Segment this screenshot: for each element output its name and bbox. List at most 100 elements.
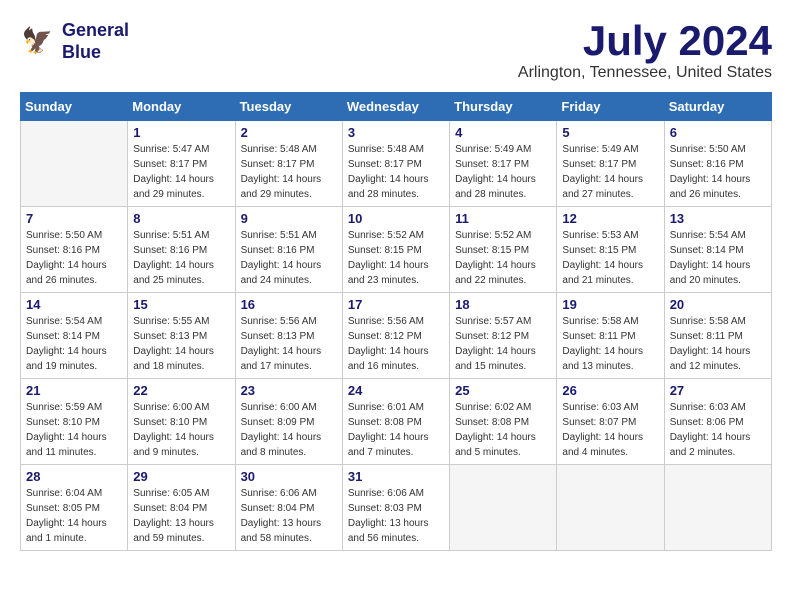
day-number: 20 — [670, 297, 766, 312]
day-info: Sunrise: 6:02 AM Sunset: 8:08 PM Dayligh… — [455, 400, 551, 460]
day-info: Sunrise: 5:52 AM Sunset: 8:15 PM Dayligh… — [455, 228, 551, 288]
day-cell — [664, 465, 771, 551]
title-block: July 2024 Arlington, Tennessee, United S… — [518, 20, 772, 82]
week-row-3: 21 Sunrise: 5:59 AM Sunset: 8:10 PM Dayli… — [21, 379, 772, 465]
day-info: Sunrise: 6:06 AM Sunset: 8:03 PM Dayligh… — [348, 486, 444, 546]
calendar-table: SundayMondayTuesdayWednesdayThursdayFrid… — [20, 92, 772, 551]
day-cell: 24Sunrise: 6:01 AM Sunset: 8:08 PM Dayli… — [342, 379, 449, 465]
day-number: 23 — [241, 383, 337, 398]
day-cell: 7Sunrise: 5:50 AM Sunset: 8:16 PM Daylig… — [21, 207, 128, 293]
day-number: 10 — [348, 211, 444, 226]
day-info: Sunrise: 6:03 AM Sunset: 8:06 PM Dayligh… — [670, 400, 766, 460]
day-number: 18 — [455, 297, 551, 312]
day-cell: 10 Sunrise: 5:52 AM Sunset: 8:15 PM Dayli… — [342, 207, 449, 293]
day-cell: 25 Sunrise: 6:02 AM Sunset: 8:08 PM Dayli… — [450, 379, 557, 465]
day-info: Sunrise: 5:49 AM Sunset: 8:17 PM Dayligh… — [455, 142, 551, 202]
svg-text:🦅: 🦅 — [22, 25, 53, 55]
month-title: July 2024 — [518, 20, 772, 62]
day-number: 21 — [26, 383, 122, 398]
day-cell: 30 Sunrise: 6:06 AM Sunset: 8:04 PM Dayli… — [235, 465, 342, 551]
header-cell-wednesday: Wednesday — [342, 93, 449, 121]
day-number: 25 — [455, 383, 551, 398]
day-cell: 21 Sunrise: 5:59 AM Sunset: 8:10 PM Dayli… — [21, 379, 128, 465]
day-info: Sunrise: 6:05 AM Sunset: 8:04 PM Dayligh… — [133, 486, 229, 546]
day-number: 16 — [241, 297, 337, 312]
location: Arlington, Tennessee, United States — [518, 64, 772, 82]
day-info: Sunrise: 5:50 AM Sunset: 8:16 PM Dayligh… — [26, 228, 122, 288]
header-cell-sunday: Sunday — [21, 93, 128, 121]
header-cell-saturday: Saturday — [664, 93, 771, 121]
day-cell: 31 Sunrise: 6:06 AM Sunset: 8:03 PM Dayli… — [342, 465, 449, 551]
day-cell: 20 Sunrise: 5:58 AM Sunset: 8:11 PM Dayli… — [664, 293, 771, 379]
page-header: 🦅 General Blue July 2024 Arlington, Tenn… — [20, 20, 772, 82]
day-info: Sunrise: 5:48 AM Sunset: 8:17 PM Dayligh… — [348, 142, 444, 202]
day-info: Sunrise: 6:04 AM Sunset: 8:05 PM Dayligh… — [26, 486, 122, 546]
day-number: 15 — [133, 297, 229, 312]
day-info: Sunrise: 5:55 AM Sunset: 8:13 PM Dayligh… — [133, 314, 229, 374]
day-number: 13 — [670, 211, 766, 226]
day-info: Sunrise: 5:52 AM Sunset: 8:15 PM Dayligh… — [348, 228, 444, 288]
day-number: 2 — [241, 125, 337, 140]
day-number: 28 — [26, 469, 122, 484]
day-cell: 19 Sunrise: 5:58 AM Sunset: 8:11 PM Dayli… — [557, 293, 664, 379]
day-cell: 5 Sunrise: 5:49 AM Sunset: 8:17 PM Daylig… — [557, 121, 664, 207]
day-info: Sunrise: 5:49 AM Sunset: 8:17 PM Dayligh… — [562, 142, 658, 202]
logo-text: General Blue — [62, 20, 129, 63]
day-info: Sunrise: 5:51 AM Sunset: 8:16 PM Dayligh… — [133, 228, 229, 288]
day-number: 17 — [348, 297, 444, 312]
day-number: 12 — [562, 211, 658, 226]
week-row-2: 14 Sunrise: 5:54 AM Sunset: 8:14 PM Dayli… — [21, 293, 772, 379]
day-info: Sunrise: 6:03 AM Sunset: 8:07 PM Dayligh… — [562, 400, 658, 460]
day-cell: 15 Sunrise: 5:55 AM Sunset: 8:13 PM Dayli… — [128, 293, 235, 379]
day-cell: 9 Sunrise: 5:51 AM Sunset: 8:16 PM Daylig… — [235, 207, 342, 293]
day-number: 6 — [670, 125, 766, 140]
logo-icon: 🦅 — [20, 24, 56, 60]
day-cell: 17Sunrise: 5:56 AM Sunset: 8:12 PM Dayli… — [342, 293, 449, 379]
day-info: Sunrise: 5:58 AM Sunset: 8:11 PM Dayligh… — [670, 314, 766, 374]
day-info: Sunrise: 5:58 AM Sunset: 8:11 PM Dayligh… — [562, 314, 658, 374]
day-number: 1 — [133, 125, 229, 140]
day-info: Sunrise: 6:06 AM Sunset: 8:04 PM Dayligh… — [241, 486, 337, 546]
header-cell-tuesday: Tuesday — [235, 93, 342, 121]
day-info: Sunrise: 5:59 AM Sunset: 8:10 PM Dayligh… — [26, 400, 122, 460]
day-number: 5 — [562, 125, 658, 140]
day-cell: 23 Sunrise: 6:00 AM Sunset: 8:09 PM Dayli… — [235, 379, 342, 465]
day-number: 24 — [348, 383, 444, 398]
day-cell: 11 Sunrise: 5:52 AM Sunset: 8:15 PM Dayli… — [450, 207, 557, 293]
day-number: 30 — [241, 469, 337, 484]
day-cell: 8Sunrise: 5:51 AM Sunset: 8:16 PM Daylig… — [128, 207, 235, 293]
day-cell: 27 Sunrise: 6:03 AM Sunset: 8:06 PM Dayli… — [664, 379, 771, 465]
day-info: Sunrise: 5:57 AM Sunset: 8:12 PM Dayligh… — [455, 314, 551, 374]
day-cell: 4Sunrise: 5:49 AM Sunset: 8:17 PM Daylig… — [450, 121, 557, 207]
calendar-body: 1 Sunrise: 5:47 AM Sunset: 8:17 PM Daylig… — [21, 121, 772, 551]
day-cell — [450, 465, 557, 551]
day-info: Sunrise: 6:00 AM Sunset: 8:09 PM Dayligh… — [241, 400, 337, 460]
calendar-header: SundayMondayTuesdayWednesdayThursdayFrid… — [21, 93, 772, 121]
day-info: Sunrise: 5:50 AM Sunset: 8:16 PM Dayligh… — [670, 142, 766, 202]
day-info: Sunrise: 5:51 AM Sunset: 8:16 PM Dayligh… — [241, 228, 337, 288]
day-cell: 28 Sunrise: 6:04 AM Sunset: 8:05 PM Dayli… — [21, 465, 128, 551]
day-number: 11 — [455, 211, 551, 226]
day-number: 19 — [562, 297, 658, 312]
day-cell: 16Sunrise: 5:56 AM Sunset: 8:13 PM Dayli… — [235, 293, 342, 379]
logo: 🦅 General Blue — [20, 20, 129, 63]
day-number: 14 — [26, 297, 122, 312]
day-number: 9 — [241, 211, 337, 226]
day-cell: 18 Sunrise: 5:57 AM Sunset: 8:12 PM Dayli… — [450, 293, 557, 379]
day-number: 27 — [670, 383, 766, 398]
day-number: 26 — [562, 383, 658, 398]
header-cell-thursday: Thursday — [450, 93, 557, 121]
day-info: Sunrise: 5:54 AM Sunset: 8:14 PM Dayligh… — [26, 314, 122, 374]
header-row: SundayMondayTuesdayWednesdayThursdayFrid… — [21, 93, 772, 121]
day-info: Sunrise: 5:54 AM Sunset: 8:14 PM Dayligh… — [670, 228, 766, 288]
day-number: 31 — [348, 469, 444, 484]
day-info: Sunrise: 5:47 AM Sunset: 8:17 PM Dayligh… — [133, 142, 229, 202]
day-cell: 3 Sunrise: 5:48 AM Sunset: 8:17 PM Daylig… — [342, 121, 449, 207]
day-number: 3 — [348, 125, 444, 140]
day-cell: 13 Sunrise: 5:54 AM Sunset: 8:14 PM Dayli… — [664, 207, 771, 293]
day-cell: 6 Sunrise: 5:50 AM Sunset: 8:16 PM Daylig… — [664, 121, 771, 207]
day-cell — [557, 465, 664, 551]
header-cell-monday: Monday — [128, 93, 235, 121]
week-row-1: 7Sunrise: 5:50 AM Sunset: 8:16 PM Daylig… — [21, 207, 772, 293]
day-info: Sunrise: 5:48 AM Sunset: 8:17 PM Dayligh… — [241, 142, 337, 202]
